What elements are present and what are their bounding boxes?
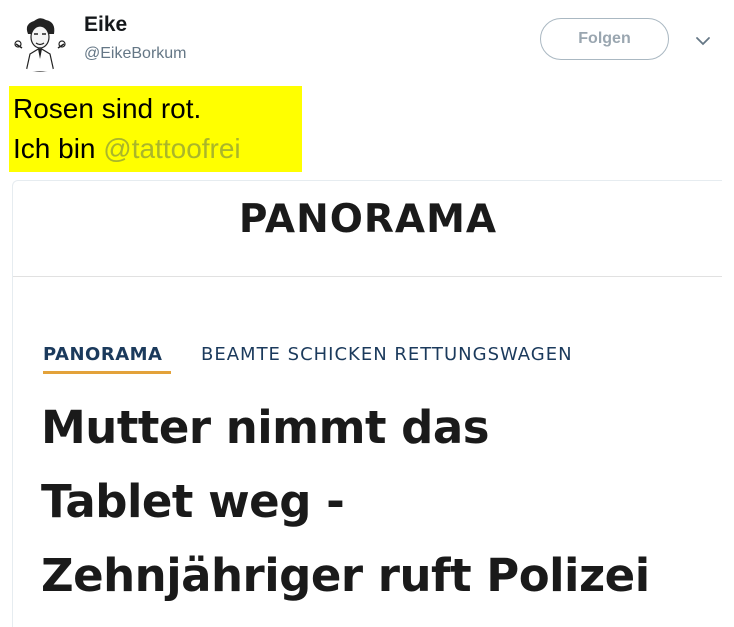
headline-line-3: Zehnjähriger ruft Polizei: [41, 549, 650, 602]
tweet-header: Eike @EikeBorkum Folgen: [0, 0, 734, 80]
tweet-text: Rosen sind rot. Ich bin @tattoofrei: [9, 86, 302, 172]
chevron-down-icon[interactable]: [690, 28, 716, 54]
follow-button[interactable]: Folgen: [540, 18, 669, 60]
section-tag: PANORAMA: [43, 344, 163, 365]
user-handle[interactable]: @EikeBorkum: [84, 45, 187, 63]
tweet-line-2-text: Ich bin: [13, 133, 104, 164]
display-name[interactable]: Eike: [84, 13, 127, 37]
tweet-line-2: Ich bin @tattoofrei: [13, 129, 298, 169]
section-underline: [43, 371, 171, 374]
avatar[interactable]: [10, 12, 70, 72]
card-header: PANORAMA: [13, 181, 722, 277]
mention-link[interactable]: @tattoofrei: [103, 133, 240, 164]
cartoon-avatar-icon: [10, 12, 70, 72]
headline-line-1: Mutter nimmt das: [41, 401, 490, 454]
card-logo: PANORAMA: [238, 197, 498, 242]
kicker-text: BEAMTE SCHICKEN RETTUNGSWAGEN: [201, 344, 573, 365]
tweet-line-1: Rosen sind rot.: [13, 93, 202, 124]
headline: Mutter nimmt das Tablet weg - Zehnjährig…: [41, 391, 721, 613]
headline-line-2: Tablet weg -: [41, 475, 345, 528]
media-card[interactable]: PANORAMA PANORAMA BEAMTE SCHICKEN RETTUN…: [12, 180, 722, 627]
